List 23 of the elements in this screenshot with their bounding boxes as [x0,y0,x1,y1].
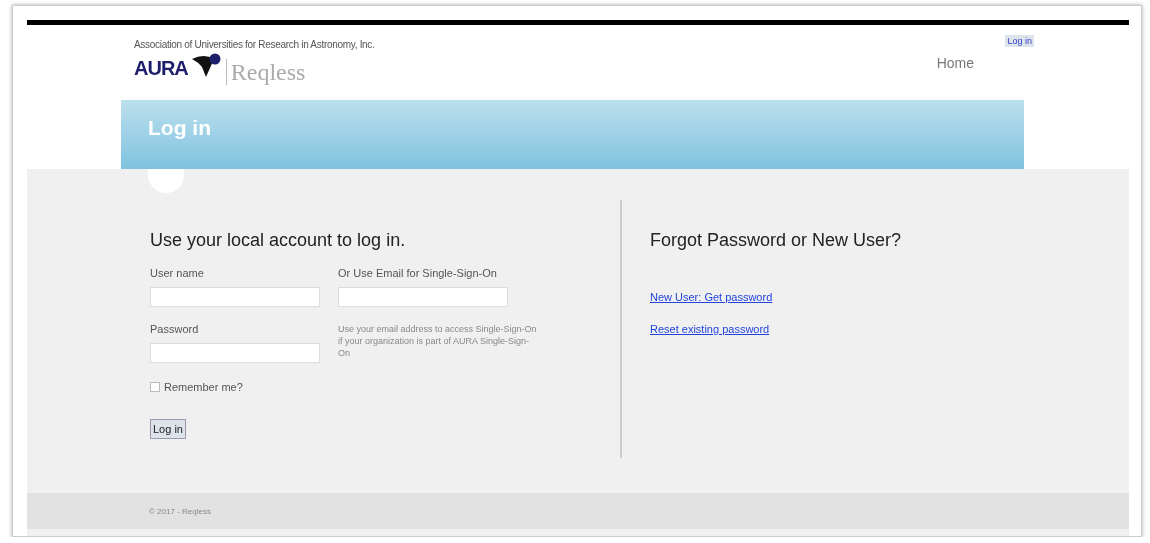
help-link[interactable]: New User: Get password [650,291,773,303]
help-heading: Forgot Password or New User? [650,230,902,251]
login-heading: Use your local account to log in. [150,230,407,251]
app-name: Reqless [225,59,306,85]
banner-notch [148,169,184,193]
field-label: User name [150,267,205,279]
swoosh-logo-icon [191,53,222,79]
help-link[interactable]: Reset existing password [650,323,770,335]
password-field[interactable] [150,343,320,363]
field-label: Or Use Email for Single-Sign-On [338,267,498,279]
sso-hint: Use your email address to access Single-Sign-On if your organization is part of AURA Single-Sign-On [338,323,538,359]
page-title: Log in [148,116,212,140]
logo-text: AURA [134,57,188,79]
field-label: Password [150,323,200,335]
remember-checkbox[interactable] [150,382,160,392]
copyright-text: © 2017 - Reqless [149,506,211,516]
organization-name: Association of Universities for Research in Astronomy, Inc. [134,39,375,50]
checkbox-label: Remember me? [164,381,243,393]
login-button[interactable]: Log in [150,419,186,439]
email-field[interactable] [338,287,508,307]
nav-link[interactable]: Home [936,55,974,71]
username-field[interactable] [150,287,320,307]
login-link[interactable]: Log in [1005,35,1034,47]
